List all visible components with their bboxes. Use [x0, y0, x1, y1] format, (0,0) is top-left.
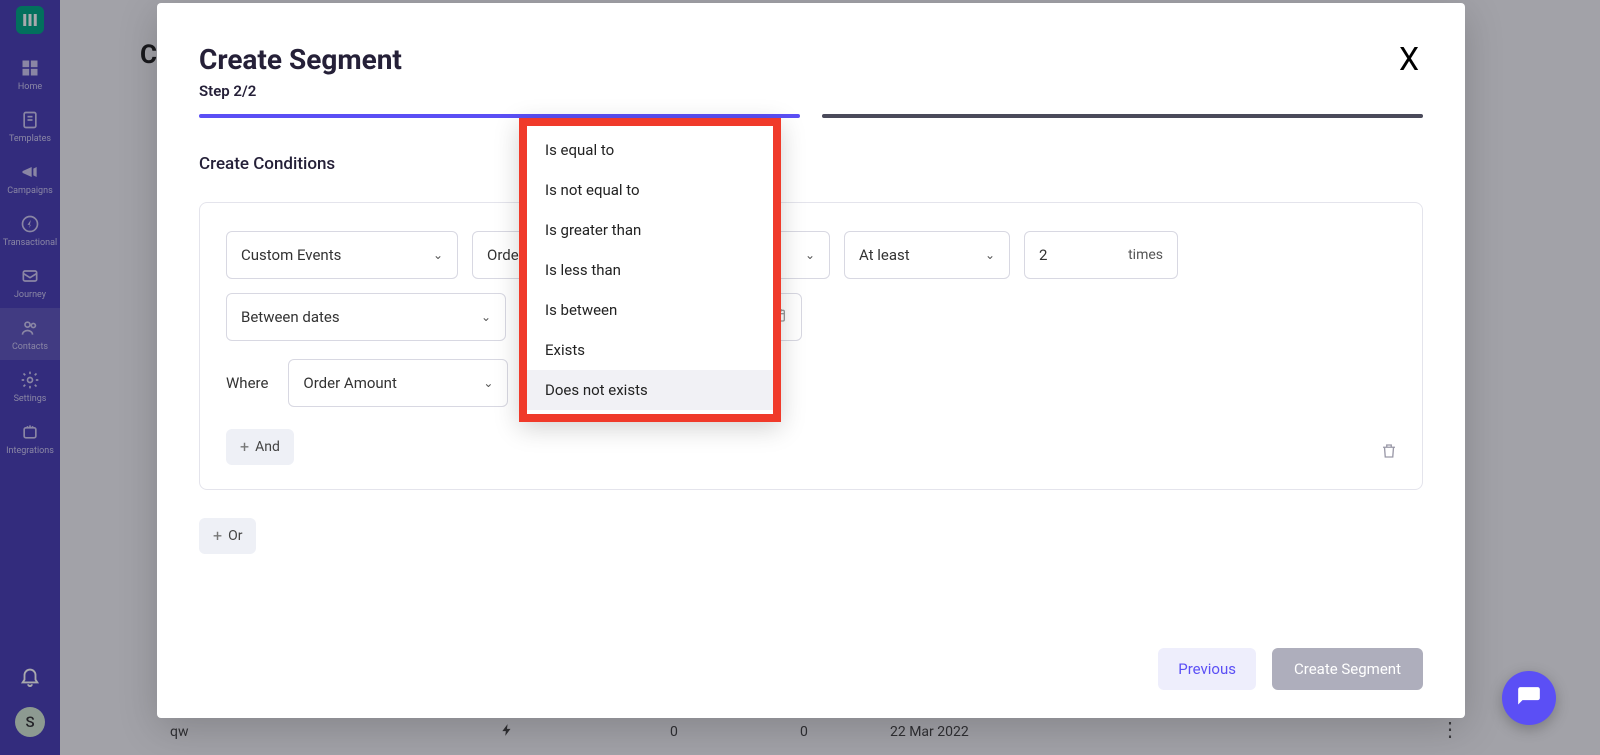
- condition-type-select[interactable]: Custom Events ⌄: [226, 231, 458, 279]
- select-value: Between dates: [241, 308, 340, 326]
- select-value: Custom Events: [241, 246, 341, 264]
- where-label: Where: [226, 374, 268, 392]
- modal-step: Step 2/2: [199, 82, 402, 100]
- dropdown-option-is-greater-than[interactable]: Is greater than: [527, 210, 773, 250]
- dropdown-option-is-equal-to[interactable]: Is equal to: [527, 130, 773, 170]
- select-value: At least: [859, 246, 910, 264]
- create-segment-modal: Create Segment Step 2/2 X Create Conditi…: [157, 3, 1465, 718]
- attribute-select[interactable]: Order Amount ⌄: [288, 359, 508, 407]
- chevron-down-icon: ⌄: [985, 248, 995, 262]
- chevron-down-icon: ⌄: [481, 310, 491, 324]
- operator-dropdown: Is equal to Is not equal to Is greater t…: [519, 118, 781, 422]
- count-field[interactable]: 2 times: [1024, 231, 1178, 279]
- dropdown-option-is-between[interactable]: Is between: [527, 290, 773, 330]
- or-label: Or: [228, 528, 242, 544]
- plus-icon: +: [213, 528, 222, 544]
- select-value: Order Amount: [303, 374, 396, 392]
- dropdown-option-exists[interactable]: Exists: [527, 330, 773, 370]
- frequency-select[interactable]: At least ⌄: [844, 231, 1010, 279]
- chevron-down-icon: ⌄: [805, 248, 815, 262]
- count-unit: times: [1128, 247, 1163, 263]
- add-and-button[interactable]: + And: [226, 429, 294, 465]
- add-or-button[interactable]: + Or: [199, 518, 256, 554]
- chat-fab[interactable]: [1502, 671, 1556, 725]
- plus-icon: +: [240, 439, 249, 455]
- dropdown-option-is-less-than[interactable]: Is less than: [527, 250, 773, 290]
- previous-button[interactable]: Previous: [1158, 648, 1256, 690]
- create-segment-button[interactable]: Create Segment: [1272, 648, 1423, 690]
- dropdown-option-does-not-exists[interactable]: Does not exists: [527, 370, 773, 410]
- delete-condition-button[interactable]: [1380, 441, 1398, 465]
- section-title: Create Conditions: [199, 154, 1423, 174]
- count-value: 2: [1039, 246, 1047, 264]
- progress-bar: [199, 114, 1423, 118]
- dropdown-option-is-not-equal-to[interactable]: Is not equal to: [527, 170, 773, 210]
- and-label: And: [255, 439, 280, 455]
- chevron-down-icon: ⌄: [433, 248, 443, 262]
- condition-card: Custom Events ⌄ Order ured ⌄ At least ⌄ …: [199, 202, 1423, 490]
- close-button[interactable]: X: [1395, 43, 1423, 75]
- progress-step-2: [822, 114, 1423, 118]
- modal-title: Create Segment: [199, 43, 402, 76]
- chevron-down-icon: ⌄: [483, 376, 493, 390]
- date-mode-select[interactable]: Between dates ⌄: [226, 293, 506, 341]
